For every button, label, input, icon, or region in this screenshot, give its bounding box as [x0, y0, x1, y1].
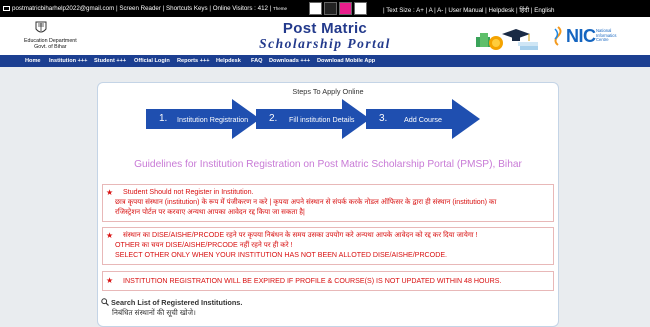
nav-student[interactable]: Student +++ [94, 58, 126, 64]
step-2-number: 2. [269, 113, 278, 124]
nav-official-login[interactable]: Official Login [134, 58, 170, 64]
top-bar: postmatricbiharhelp2022@gmail.com | Scre… [0, 0, 650, 17]
nav-faq[interactable]: FAQ [251, 58, 263, 64]
top-bar-left: postmatricbiharhelp2022@gmail.com | Scre… [3, 5, 287, 12]
notice-dise-code: ★ संस्थान का DISE/AISHE/PRCODE रहने पर क… [102, 227, 554, 265]
mail-icon [3, 5, 10, 11]
theme-dark-swatch[interactable] [324, 2, 337, 15]
nav-downloads[interactable]: Downloads +++ [269, 58, 310, 64]
email-link[interactable]: postmatricbiharhelp2022@gmail.com [12, 5, 114, 12]
graduation-icon [476, 29, 538, 50]
nic-swirl-icon [554, 26, 562, 46]
english-link[interactable]: English [534, 7, 554, 14]
visitor-count: Online Visitors : 412 [212, 5, 268, 12]
step-1-label: Institution Registration [177, 115, 249, 124]
search-icon [101, 298, 109, 306]
content-card: Steps To Apply Online 1. Institution Reg… [97, 82, 559, 327]
hindi-link[interactable]: हिंदी [519, 7, 529, 14]
user-manual-link[interactable]: User Manual [448, 7, 483, 14]
screen-reader-link[interactable]: Screen Reader [119, 5, 161, 12]
search-institutions-heading[interactable]: Search List of Registered Institutions. [101, 298, 242, 307]
nav-download-app[interactable]: Download Mobile App [317, 58, 375, 64]
theme-default-swatch[interactable] [354, 2, 367, 15]
shortcuts-link[interactable]: Shortcuts Keys [166, 5, 208, 12]
theme-white-swatch[interactable] [309, 2, 322, 15]
theme-pink-swatch[interactable] [339, 2, 352, 15]
theme-switcher [309, 2, 369, 15]
step-2-label: Fill institution Details [289, 115, 355, 124]
notice-registration-expiry: ★ INSTITUTION REGISTRATION WILL BE EXPIR… [102, 271, 554, 291]
star-icon: ★ [106, 188, 114, 197]
step-3-number: 3. [379, 113, 388, 124]
text-size-control[interactable]: Text Size : A+ | A [386, 7, 432, 14]
main-nav: Home Institution +++ Student +++ Officia… [0, 55, 650, 67]
star-icon: ★ [106, 276, 114, 285]
site-header: Education Department Govt. of Bihar Post… [0, 17, 650, 55]
text-size-decrease[interactable]: A- [437, 7, 443, 14]
star-icon: ★ [106, 231, 114, 240]
top-bar-right: | Text Size : A+ | A | A- | User Manual … [383, 7, 555, 14]
step-3-label: Add Course [404, 115, 442, 124]
step-1-number: 1. [159, 113, 168, 124]
steps-title: Steps To Apply Online [292, 87, 364, 96]
nav-helpdesk[interactable]: Helpdesk [216, 58, 241, 64]
helpdesk-top-link[interactable]: Helpdesk [488, 7, 514, 14]
nav-reports[interactable]: Reports +++ [177, 58, 210, 64]
search-institutions-hindi: निबंधित संस्थानों की सूची खोजे। [112, 308, 196, 317]
theme-label: Theme [273, 6, 288, 11]
notice-student-register: ★ Student Should not Register in Institu… [102, 184, 554, 222]
nav-home[interactable]: Home [25, 58, 41, 64]
nav-institution[interactable]: Institution +++ [49, 58, 87, 64]
guidelines-title: Guidelines for Institution Registration … [134, 159, 522, 170]
